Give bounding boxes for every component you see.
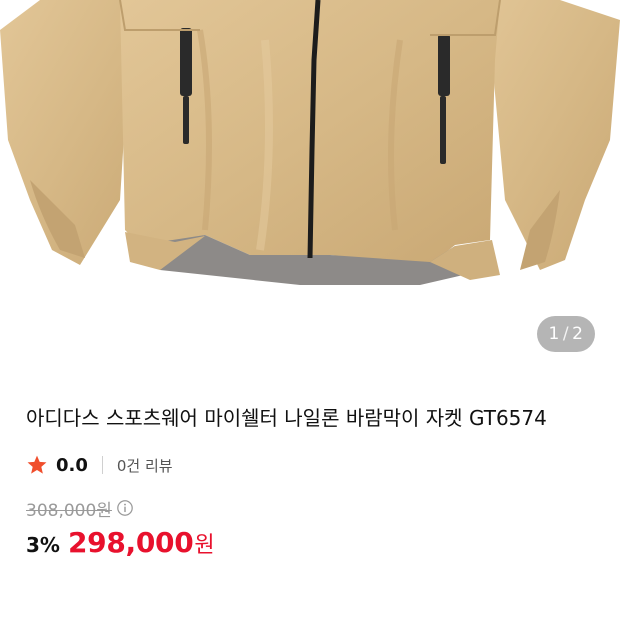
sale-price-amount: 298,000 xyxy=(67,526,194,559)
product-image[interactable] xyxy=(0,0,620,365)
sale-price: 298,000원 xyxy=(67,526,215,559)
info-icon[interactable] xyxy=(116,499,134,517)
image-page-counter: 1 / 2 xyxy=(537,316,595,352)
product-info: 아디다스 스포츠웨어 마이쉘터 나일론 바람막이 자켓 GT6574 0.0 0… xyxy=(26,400,596,566)
rating-row[interactable]: 0.0 0건 리뷰 xyxy=(26,452,596,478)
image-total: 2 xyxy=(572,324,584,344)
product-title: 아디다스 스포츠웨어 마이쉘터 나일론 바람막이 자켓 GT6574 xyxy=(26,406,547,430)
rating-value: 0.0 xyxy=(56,454,88,476)
sale-price-currency: 원 xyxy=(194,533,215,558)
original-price-row: 308,000원 xyxy=(26,496,596,521)
image-index: 1 xyxy=(548,324,560,344)
review-count-link[interactable]: 0건 리뷰 xyxy=(117,455,173,476)
sale-price-row: 3% 298,000원 xyxy=(26,526,596,566)
rating-divider xyxy=(101,456,103,474)
star-icon xyxy=(27,455,47,474)
image-counter-separator: / xyxy=(562,324,570,344)
original-price: 308,000원 xyxy=(26,500,112,521)
discount-rate: 3% xyxy=(26,533,60,557)
product-image-carousel[interactable]: 1 / 2 xyxy=(0,0,620,365)
product-detail-page: 1 / 2 아디다스 스포츠웨어 마이쉘터 나일론 바람막이 자켓 GT6574… xyxy=(0,0,620,620)
